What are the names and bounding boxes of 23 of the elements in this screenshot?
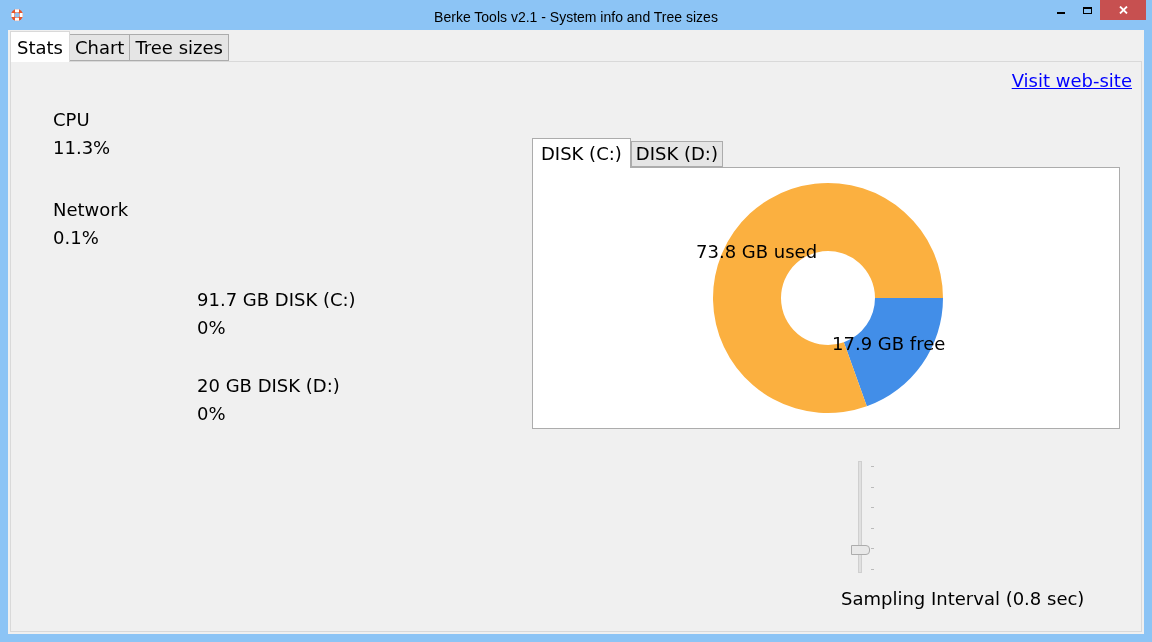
- tab[interactable]: Tree sizes: [129, 34, 229, 61]
- stat-label: 91.7 GB DISK (C:): [197, 288, 357, 312]
- stat-value: 0.1%: [53, 226, 100, 250]
- stat-label: 20 GB DISK (D:): [197, 374, 341, 398]
- minimize-icon: [1057, 11, 1065, 14]
- stat-value: 11.3%: [53, 136, 112, 160]
- interval-slider[interactable]: [851, 461, 875, 573]
- slider-thumb[interactable]: [851, 545, 870, 555]
- tab[interactable]: Stats: [10, 31, 70, 62]
- close-button[interactable]: [1100, 0, 1146, 20]
- tab[interactable]: DISK (C:): [532, 138, 631, 168]
- website-link[interactable]: Visit web-site: [1011, 67, 1132, 94]
- tab[interactable]: DISK (D:): [630, 141, 723, 167]
- window-title: Berke Tools v2.1 - System info and Tree sizes: [434, 8, 718, 27]
- lifebuoy-icon: [10, 8, 24, 22]
- stat-label: CPU: [53, 108, 91, 132]
- maximize-icon: [1082, 6, 1092, 14]
- close-icon: [1118, 6, 1128, 14]
- stat-label: Network: [53, 198, 130, 222]
- stat-value: 0%: [197, 402, 227, 426]
- slider-label: Sampling Interval (0.8 sec): [841, 587, 1085, 611]
- tab[interactable]: Chart: [68, 34, 131, 61]
- stat-value: 0%: [197, 316, 227, 340]
